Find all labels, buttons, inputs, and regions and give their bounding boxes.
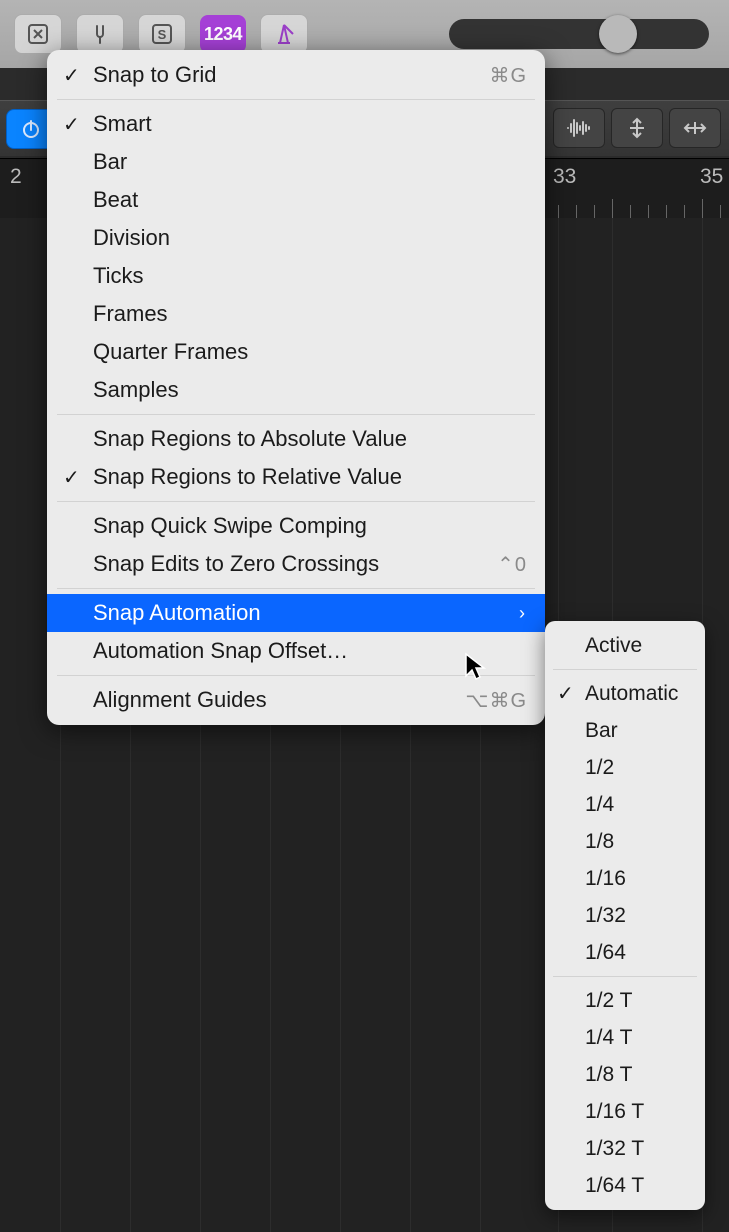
menu-item-label: 1/32 [585,904,626,928]
submenu-item-automatic[interactable]: ✓ Automatic [545,675,705,712]
menu-item-label: 1/4 T [585,1026,632,1050]
zoom-slider-knob[interactable] [599,15,637,53]
menu-item-label: Snap to Grid [93,62,217,88]
check-icon: ✓ [557,681,574,706]
menu-separator [57,501,535,502]
vertical-zoom-icon[interactable] [611,108,663,148]
menu-item-label: Smart [93,111,152,137]
menu-item-label: Beat [93,187,138,213]
close-box-icon[interactable] [14,14,62,54]
menu-item-snap-automation[interactable]: Snap Automation › [47,594,545,632]
menu-item-label: 1/4 [585,793,614,817]
submenu-item-active[interactable]: Active [545,627,705,664]
menu-item-bar[interactable]: Bar [47,143,545,181]
submenu-item-1-4-t[interactable]: 1/4 T [545,1019,705,1056]
count-in-label: 1234 [204,24,242,45]
menu-item-label: 1/8 [585,830,614,854]
submenu-item-1-8[interactable]: 1/8 [545,823,705,860]
menu-shortcut: ⌘G [489,63,527,88]
right-tool-group [553,108,721,148]
check-icon: ✓ [63,465,80,490]
menu-item-ticks[interactable]: Ticks [47,257,545,295]
menu-item-beat[interactable]: Beat [47,181,545,219]
submenu-item-1-32-t[interactable]: 1/32 T [545,1130,705,1167]
snap-automation-submenu: Active ✓ Automatic Bar 1/2 1/4 1/8 1/16 … [545,621,705,1210]
chevron-right-icon: › [519,603,527,624]
check-icon: ✓ [63,63,80,88]
zoom-slider[interactable] [449,19,709,49]
menu-shortcut: ⌥⌘G [465,688,527,713]
menu-shortcut: ⌃0 [497,552,527,577]
menu-item-division[interactable]: Division [47,219,545,257]
menu-item-quarter-frames[interactable]: Quarter Frames [47,333,545,371]
menu-item-snap-regions-relative[interactable]: ✓ Snap Regions to Relative Value [47,458,545,496]
solo-s-icon[interactable]: S [138,14,186,54]
menu-item-smart[interactable]: ✓ Smart [47,105,545,143]
menu-item-label: 1/64 [585,941,626,965]
menu-item-frames[interactable]: Frames [47,295,545,333]
ruler-mark: 35 [700,165,723,189]
menu-item-snap-zero-crossings[interactable]: Snap Edits to Zero Crossings ⌃0 [47,545,545,583]
snap-menu: ✓ Snap to Grid ⌘G ✓ Smart Bar Beat Divis… [47,50,545,725]
menu-item-label: Alignment Guides [93,687,267,713]
waveform-icon[interactable] [553,108,605,148]
submenu-item-1-64-t[interactable]: 1/64 T [545,1167,705,1204]
menu-item-snap-to-grid[interactable]: ✓ Snap to Grid ⌘G [47,56,545,94]
count-in-1234-button[interactable]: 1234 [200,15,246,53]
metronome-icon[interactable] [260,14,308,54]
menu-item-label: Snap Automation [93,600,261,626]
menu-item-label: 1/64 T [585,1174,644,1198]
menu-item-label: 1/16 [585,867,626,891]
ruler-mark: 2 [10,165,22,189]
menu-item-label: Samples [93,377,179,403]
menu-item-label: Snap Edits to Zero Crossings [93,551,379,577]
menu-item-label: Bar [93,149,127,175]
menu-separator [57,99,535,100]
menu-item-label: Snap Regions to Absolute Value [93,426,407,452]
menu-item-label: Automation Snap Offset… [93,638,348,664]
menu-separator [57,588,535,589]
menu-item-label: 1/32 T [585,1137,644,1161]
submenu-item-1-4[interactable]: 1/4 [545,786,705,823]
menu-item-label: 1/8 T [585,1063,632,1087]
menu-separator [57,414,535,415]
menu-item-label: 1/16 T [585,1100,644,1124]
menu-separator [553,669,697,670]
menu-item-alignment-guides[interactable]: Alignment Guides ⌥⌘G [47,681,545,719]
menu-item-label: Division [93,225,170,251]
submenu-item-1-8-t[interactable]: 1/8 T [545,1056,705,1093]
menu-item-label: Frames [93,301,168,327]
menu-item-snap-regions-absolute[interactable]: Snap Regions to Absolute Value [47,420,545,458]
submenu-item-bar[interactable]: Bar [545,712,705,749]
menu-item-label: Snap Regions to Relative Value [93,464,402,490]
menu-item-label: Bar [585,719,618,743]
menu-item-label: Snap Quick Swipe Comping [93,513,367,539]
menu-item-automation-snap-offset[interactable]: Automation Snap Offset… [47,632,545,670]
submenu-item-1-16[interactable]: 1/16 [545,860,705,897]
menu-item-label: 1/2 T [585,989,632,1013]
horizontal-zoom-icon[interactable] [669,108,721,148]
menu-item-label: Active [585,634,642,658]
submenu-item-1-64[interactable]: 1/64 [545,934,705,971]
svg-text:S: S [158,27,167,42]
menu-item-samples[interactable]: Samples [47,371,545,409]
menu-item-label: Automatic [585,682,678,706]
menu-item-label: Quarter Frames [93,339,248,365]
menu-item-label: 1/2 [585,756,614,780]
tuning-fork-icon[interactable] [76,14,124,54]
menu-separator [553,976,697,977]
ruler-mark: 33 [553,165,576,189]
submenu-item-1-32[interactable]: 1/32 [545,897,705,934]
check-icon: ✓ [63,112,80,137]
submenu-item-1-2[interactable]: 1/2 [545,749,705,786]
submenu-item-1-16-t[interactable]: 1/16 T [545,1093,705,1130]
menu-item-label: Ticks [93,263,144,289]
submenu-item-1-2-t[interactable]: 1/2 T [545,982,705,1019]
menu-item-snap-quick-swipe[interactable]: Snap Quick Swipe Comping [47,507,545,545]
menu-separator [57,675,535,676]
